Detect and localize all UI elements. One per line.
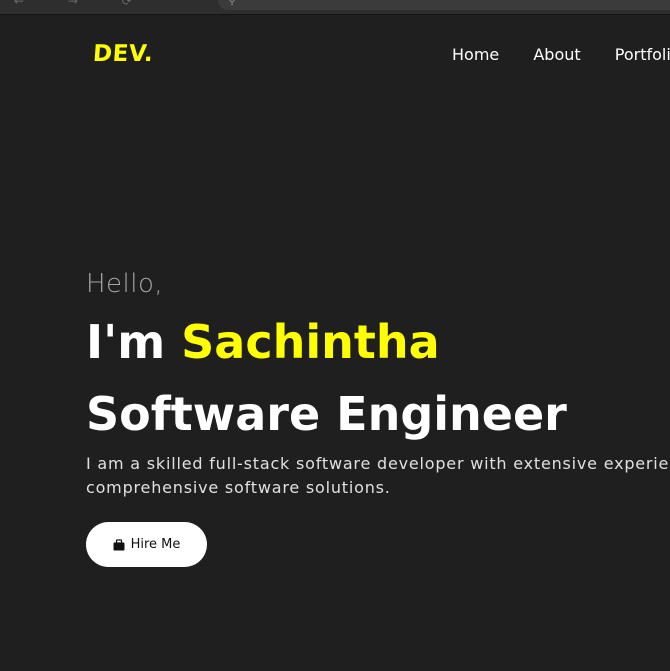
description: I am a skilled full-stack software devel… [86,452,670,500]
briefcase-icon [113,538,125,550]
page: DEV. Home About Portfolio Hello, I'm Sac… [0,15,670,671]
site-info-icon[interactable]: ⚲ [228,0,236,7]
description-line-2: comprehensive software solutions. [86,478,391,497]
main-nav: Home About Portfolio [452,45,670,64]
hire-me-label: Hire Me [130,537,181,552]
nav-about[interactable]: About [533,45,580,64]
intro-heading: I'm Sachintha [86,315,440,369]
browser-nav-icons[interactable]: ← → ⟳ [14,0,152,8]
logo[interactable]: DEV. [92,41,154,67]
hire-me-button[interactable]: Hire Me [86,522,207,567]
greeting: Hello, [86,269,164,299]
address-bar[interactable] [218,0,670,10]
nav-portfolio[interactable]: Portfolio [615,45,670,64]
person-name: Sachintha [181,315,440,369]
nav-home[interactable]: Home [452,45,499,64]
role-title: Software Engineer [86,387,567,441]
browser-toolbar: ← → ⟳ ⚲ [0,0,670,15]
description-line-1: I am a skilled full-stack software devel… [86,454,670,473]
intro-prefix: I'm [86,315,182,369]
